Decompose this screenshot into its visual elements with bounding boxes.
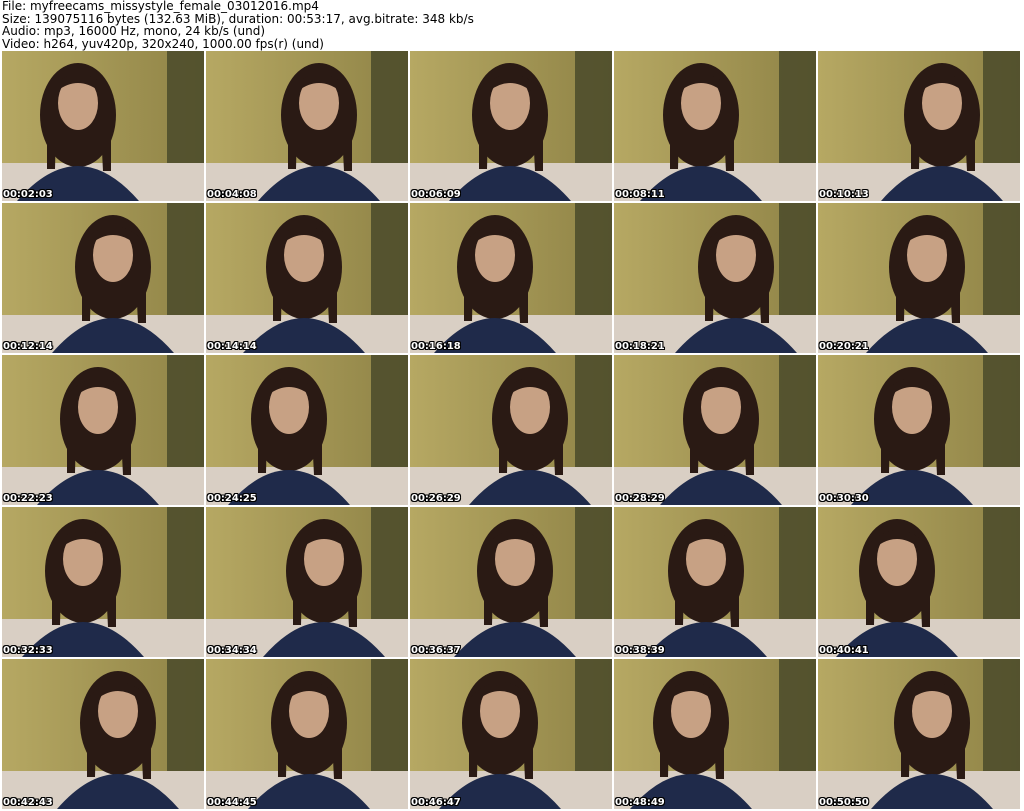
frame-timestamp: 00:34:34 (207, 645, 257, 656)
video-thumbnail: 00:04:08 (206, 51, 408, 201)
frame-image (614, 507, 816, 657)
frame-image (206, 203, 408, 353)
frame-timestamp: 00:10:13 (819, 189, 869, 200)
frame-image (410, 203, 612, 353)
file-name-line: File: myfreecams_missystyle_female_03012… (2, 0, 319, 13)
video-thumbnail: 00:22:23 (2, 355, 204, 505)
frame-image (2, 507, 204, 657)
frame-image (410, 355, 612, 505)
video-thumbnail: 00:10:13 (818, 51, 1020, 201)
frame-image (818, 203, 1020, 353)
frame-image (818, 507, 1020, 657)
video-thumbnail: 00:40:41 (818, 507, 1020, 657)
video-thumbnail: 00:48:49 (614, 659, 816, 809)
frame-timestamp: 00:08:11 (615, 189, 665, 200)
video-thumbnail: 00:44:45 (206, 659, 408, 809)
frame-timestamp: 00:38:39 (615, 645, 665, 656)
video-thumbnail: 00:24:25 (206, 355, 408, 505)
video-thumbnail: 00:02:03 (2, 51, 204, 201)
frame-timestamp: 00:46:47 (411, 797, 461, 808)
frame-image (2, 51, 204, 201)
audio-info-line: Audio: mp3, 16000 Hz, mono, 24 kb/s (und… (2, 24, 266, 38)
video-thumbnail: 00:26:29 (410, 355, 612, 505)
frame-image (206, 659, 408, 809)
frame-timestamp: 00:22:23 (3, 493, 53, 504)
frame-timestamp: 00:04:08 (207, 189, 257, 200)
thumbnail-grid: 00:02:03 00:04:08 00:06:09 00:08:11 00:10:13… (0, 51, 1024, 811)
video-thumbnail: 00:28:29 (614, 355, 816, 505)
video-thumbnail: 00:16:18 (410, 203, 612, 353)
video-thumbnail: 00:06:09 (410, 51, 612, 201)
frame-image (818, 659, 1020, 809)
frame-timestamp: 00:28:29 (615, 493, 665, 504)
frame-timestamp: 00:06:09 (411, 189, 461, 200)
frame-image (818, 51, 1020, 201)
frame-timestamp: 00:24:25 (207, 493, 257, 504)
frame-image (614, 51, 816, 201)
media-info-header: File: myfreecams_missystyle_female_03012… (2, 0, 1002, 50)
frame-timestamp: 00:42:43 (3, 797, 53, 808)
frame-image (614, 659, 816, 809)
frame-timestamp: 00:48:49 (615, 797, 665, 808)
frame-timestamp: 00:14:14 (207, 341, 257, 352)
video-thumbnail: 00:50:50 (818, 659, 1020, 809)
video-thumbnail: 00:42:43 (2, 659, 204, 809)
video-thumbnail: 00:32:33 (2, 507, 204, 657)
frame-image (818, 355, 1020, 505)
video-thumbnail: 00:46:47 (410, 659, 612, 809)
frame-timestamp: 00:20:21 (819, 341, 869, 352)
frame-image (206, 355, 408, 505)
frame-image (2, 659, 204, 809)
video-thumbnail: 00:38:39 (614, 507, 816, 657)
frame-timestamp: 00:18:21 (615, 341, 665, 352)
frame-timestamp: 00:40:41 (819, 645, 869, 656)
frame-timestamp: 00:26:29 (411, 493, 461, 504)
frame-image (206, 51, 408, 201)
frame-image (410, 659, 612, 809)
frame-image (2, 203, 204, 353)
frame-image (614, 203, 816, 353)
video-thumbnail: 00:14:14 (206, 203, 408, 353)
frame-image (410, 51, 612, 201)
frame-timestamp: 00:12:14 (3, 341, 53, 352)
frame-timestamp: 00:02:03 (3, 189, 53, 200)
frame-image (410, 507, 612, 657)
frame-timestamp: 00:30:30 (819, 493, 869, 504)
video-thumbnail: 00:12:14 (2, 203, 204, 353)
frame-timestamp: 00:36:37 (411, 645, 461, 656)
frame-timestamp: 00:32:33 (3, 645, 53, 656)
video-thumbnail: 00:18:21 (614, 203, 816, 353)
frame-timestamp: 00:16:18 (411, 341, 461, 352)
video-thumbnail: 00:08:11 (614, 51, 816, 201)
video-thumbnail: 00:20:21 (818, 203, 1020, 353)
video-info-line: Video: h264, yuv420p, 320x240, 1000.00 f… (2, 36, 324, 51)
frame-timestamp: 00:50:50 (819, 797, 869, 808)
video-thumbnail: 00:30:30 (818, 355, 1020, 505)
frame-image (2, 355, 204, 505)
frame-image (614, 355, 816, 505)
frame-timestamp: 00:44:45 (207, 797, 257, 808)
video-thumbnail: 00:36:37 (410, 507, 612, 657)
frame-image (206, 507, 408, 657)
video-thumbnail: 00:34:34 (206, 507, 408, 657)
